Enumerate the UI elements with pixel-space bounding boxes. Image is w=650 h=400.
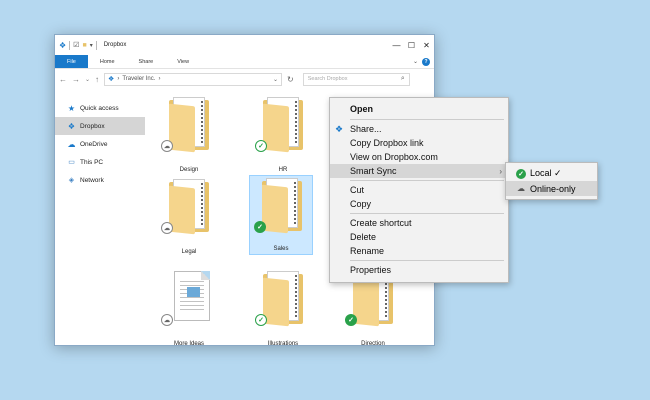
menu-item-label: Share...	[350, 124, 382, 134]
sidebar-item-onedrive[interactable]: ☁ OneDrive	[55, 135, 145, 153]
address-bar: ← → ⌄ ↑ ❖ › Traveler Inc. › ⌄ ↻ Search D…	[55, 69, 434, 89]
menu-divider	[350, 180, 504, 181]
sidebar: ★ Quick access ❖ Dropbox ☁ OneDrive ▭ Th…	[55, 93, 145, 345]
green-check-icon: ✓	[516, 168, 526, 179]
submenu-item-label: Online-only	[530, 183, 576, 194]
online-only-cloud-icon: ☁	[161, 314, 173, 326]
file-label: Sales	[273, 246, 289, 252]
online-only-cloud-icon: ☁	[161, 140, 173, 152]
checkbox-icon[interactable]: ☑	[73, 41, 79, 49]
menu-item-rename[interactable]: Rename	[330, 244, 508, 258]
title-bar: ❖ ☑ ■ ▾ Dropbox — ☐ ✕	[55, 35, 434, 55]
file-item-legal[interactable]: ☁ Legal	[157, 177, 221, 257]
close-button[interactable]: ✕	[419, 35, 434, 55]
search-input[interactable]: Search Dropbox ⌕	[302, 72, 410, 86]
context-menu: Open ❖ Share... Copy Dropbox link View o…	[329, 97, 509, 283]
sidebar-item-label: This PC	[80, 158, 104, 166]
menu-item-delete[interactable]: Delete	[330, 230, 508, 244]
dropdown-icon[interactable]: ▾	[90, 42, 93, 49]
synced-check-icon: ✓	[254, 221, 266, 233]
recent-chevron-icon[interactable]: ⌄	[85, 76, 90, 83]
menu-item-properties[interactable]: Properties	[330, 263, 508, 277]
sidebar-item-network[interactable]: ◈ Network	[55, 171, 145, 189]
synced-check-icon: ✓	[345, 314, 357, 326]
menu-item-smart-sync[interactable]: Smart Sync ›	[330, 164, 508, 178]
search-placeholder: Search Dropbox	[307, 76, 348, 82]
address-dropdown-icon[interactable]: ⌄	[273, 76, 278, 83]
sidebar-item-label: Dropbox	[80, 122, 105, 130]
file-label: HR	[278, 167, 288, 173]
maximize-button[interactable]: ☐	[404, 35, 419, 55]
local-check-icon: ✓	[255, 140, 267, 152]
up-arrow-icon[interactable]: ↑	[95, 75, 99, 84]
local-check-icon: ✓	[255, 314, 267, 326]
menu-item-copy[interactable]: Copy	[330, 197, 508, 211]
sidebar-item-label: Quick access	[80, 104, 119, 112]
menu-divider	[350, 260, 504, 261]
dropbox-app-icon: ❖	[59, 40, 67, 50]
file-item-sales[interactable]: ✓ Sales	[249, 175, 313, 255]
file-item-hr[interactable]: ✓ HR	[251, 95, 315, 175]
forward-arrow-icon[interactable]: →	[72, 75, 80, 84]
file-item-illustrations[interactable]: ✓ Illustrations	[251, 269, 315, 349]
help-icon[interactable]: ?	[422, 57, 430, 66]
menu-item-cut[interactable]: Cut	[330, 183, 508, 197]
file-item-design[interactable]: ☁ Design	[157, 95, 221, 175]
sidebar-item-this-pc[interactable]: ▭ This PC	[55, 153, 145, 171]
dropbox-icon: ❖	[67, 121, 76, 131]
tab-share[interactable]: Share	[127, 55, 166, 68]
menu-item-view-on-dropbox[interactable]: View on Dropbox.com	[330, 150, 508, 164]
file-label: More Ideas	[173, 341, 204, 347]
smart-sync-submenu: ✓ Local ✓ ☁ Online-only	[505, 162, 598, 200]
chevron-down-icon[interactable]: ⌄	[413, 58, 418, 65]
star-icon: ★	[67, 103, 76, 113]
tab-view[interactable]: View	[165, 55, 201, 68]
file-label: Legal	[181, 249, 197, 255]
back-arrow-icon[interactable]: ←	[59, 75, 67, 84]
submenu-item-online-only[interactable]: ☁ Online-only	[506, 181, 597, 196]
menu-item-copy-link[interactable]: Copy Dropbox link	[330, 136, 508, 150]
menu-item-create-shortcut[interactable]: Create shortcut	[330, 216, 508, 230]
submenu-item-label: Local ✓	[530, 168, 562, 178]
document-icon	[174, 271, 210, 321]
ribbon: File Home Share View ⌄ ?	[55, 55, 434, 69]
file-item-more-ideas[interactable]: ☁ More Ideas	[157, 269, 221, 349]
chevron-right-icon: ›	[499, 166, 502, 176]
dropbox-icon: ❖	[108, 76, 115, 83]
refresh-icon[interactable]: ↻	[287, 75, 294, 84]
window-title: Dropbox	[103, 42, 127, 48]
online-only-cloud-icon: ☁	[161, 222, 173, 234]
submenu-item-local[interactable]: ✓ Local ✓	[506, 166, 597, 181]
dropbox-icon: ❖	[335, 123, 344, 134]
menu-divider	[350, 119, 504, 120]
menu-item-share[interactable]: ❖ Share...	[330, 122, 508, 136]
file-label: Direction	[361, 341, 385, 347]
tab-file[interactable]: File	[55, 55, 88, 68]
menu-item-open[interactable]: Open	[330, 101, 508, 117]
search-icon: ⌕	[400, 75, 405, 82]
sidebar-item-label: OneDrive	[80, 140, 108, 148]
file-label: Illustrations	[267, 341, 299, 347]
address-box[interactable]: ❖ › Traveler Inc. › ⌄	[104, 72, 283, 86]
sidebar-item-quick-access[interactable]: ★ Quick access	[55, 99, 145, 117]
computer-icon: ▭	[68, 159, 75, 166]
file-label: Design	[179, 167, 199, 173]
menu-item-label: Smart Sync	[350, 166, 397, 176]
sidebar-item-dropbox[interactable]: ❖ Dropbox	[55, 117, 145, 135]
minimize-button[interactable]: —	[389, 35, 404, 55]
folder-icon[interactable]: ■	[82, 42, 86, 49]
cloud-icon: ☁	[67, 139, 76, 149]
breadcrumb-traveler[interactable]: Traveler Inc.	[122, 76, 155, 82]
network-icon: ◈	[68, 177, 75, 184]
cloud-outline-icon: ☁	[517, 184, 525, 193]
menu-divider	[350, 213, 504, 214]
tab-home[interactable]: Home	[88, 55, 127, 68]
sidebar-item-label: Network	[80, 176, 104, 184]
